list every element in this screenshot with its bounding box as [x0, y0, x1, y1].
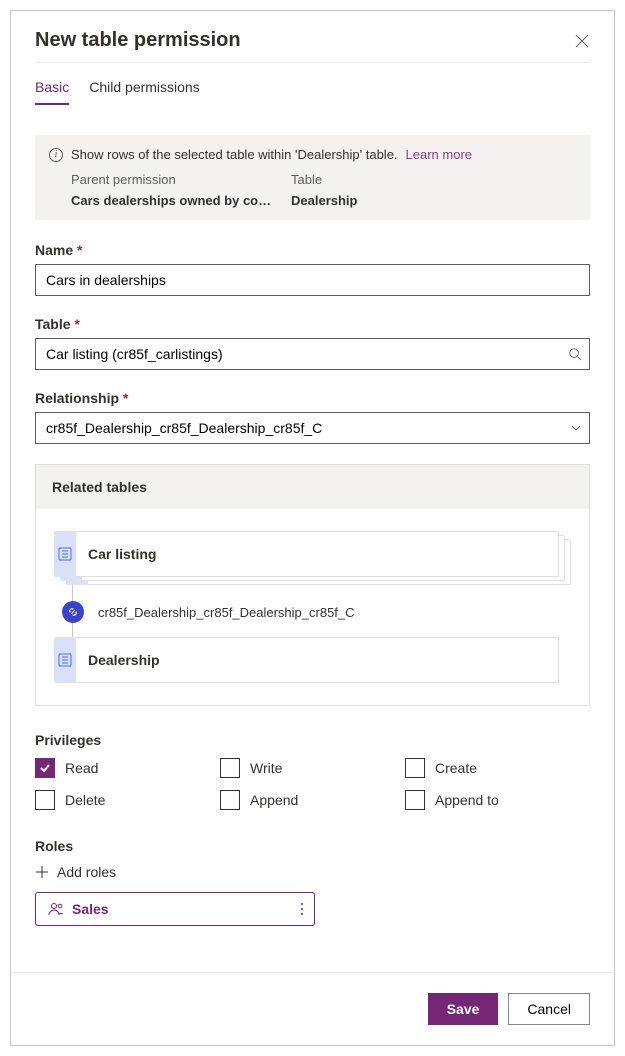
panel-header: New table permission	[11, 11, 614, 62]
field-name: Name *	[35, 242, 590, 296]
checkbox-delete[interactable]: Delete	[35, 790, 220, 810]
parent-permission-value: Cars dealerships owned by compa…	[71, 193, 281, 208]
learn-more-link[interactable]: Learn more	[406, 147, 472, 162]
name-input[interactable]	[35, 264, 590, 296]
required-star: *	[123, 390, 128, 406]
related-card-car-listing: Car listing	[54, 531, 571, 581]
relationship-label-text: Relationship	[35, 390, 119, 406]
checkbox-append[interactable]: Append	[220, 790, 405, 810]
check-icon	[405, 758, 425, 778]
checkbox-label: Write	[250, 760, 282, 776]
related-card-bottom-text: Dealership	[76, 652, 160, 668]
checkbox-read[interactable]: Read	[35, 758, 220, 778]
relationship-link-row: cr85f_Dealership_cr85f_Dealership_cr85f_…	[54, 593, 571, 637]
cancel-button[interactable]: Cancel	[508, 993, 590, 1025]
close-icon	[575, 34, 589, 48]
add-roles-text: Add roles	[57, 864, 116, 880]
related-card-dealership: Dealership	[54, 637, 559, 683]
relationship-label: Relationship *	[35, 390, 590, 406]
roles-label: Roles	[35, 838, 590, 854]
field-relationship: Relationship *	[35, 390, 590, 444]
info-table-label: Table	[291, 172, 576, 187]
checkbox-label: Append	[250, 792, 298, 808]
info-grid: Parent permission Cars dealerships owned…	[49, 172, 576, 208]
checkbox-write[interactable]: Write	[220, 758, 405, 778]
panel: New table permission Basic Child permiss…	[10, 10, 615, 1046]
people-icon	[48, 901, 64, 917]
name-label: Name *	[35, 242, 590, 258]
tab-child-permissions[interactable]: Child permissions	[89, 79, 199, 105]
role-pill-sales[interactable]: Sales	[35, 892, 315, 926]
info-table-value: Dealership	[291, 193, 501, 208]
privileges-grid: Read Write Create Delete Append Append t…	[35, 758, 590, 810]
parent-permission-label: Parent permission	[71, 172, 291, 187]
info-text: Show rows of the selected table within '…	[71, 147, 398, 162]
tab-basic[interactable]: Basic	[35, 79, 69, 105]
check-icon	[220, 790, 240, 810]
plus-icon	[35, 865, 49, 879]
checkbox-label: Read	[65, 760, 98, 776]
check-icon	[220, 758, 240, 778]
table-label: Table *	[35, 316, 590, 332]
relationship-select[interactable]	[35, 412, 590, 444]
privileges-label: Privileges	[35, 732, 590, 748]
check-icon	[35, 758, 55, 778]
related-tables-body: Car listing cr85f_Dealership_cr85f_Deale…	[36, 509, 589, 705]
checkbox-create[interactable]: Create	[405, 758, 590, 778]
check-icon	[35, 790, 55, 810]
checkbox-label: Create	[435, 760, 477, 776]
save-button[interactable]: Save	[428, 993, 499, 1025]
checkbox-label: Append to	[435, 792, 499, 808]
link-icon	[62, 601, 84, 623]
required-star: *	[74, 316, 79, 332]
info-text-row: i Show rows of the selected table within…	[49, 147, 576, 162]
add-roles-button[interactable]: Add roles	[35, 864, 590, 880]
relationship-link-text: cr85f_Dealership_cr85f_Dealership_cr85f_…	[98, 605, 355, 620]
footer: Save Cancel	[11, 972, 614, 1045]
table-label-text: Table	[35, 316, 71, 332]
tabs: Basic Child permissions	[11, 63, 614, 105]
table-icon	[58, 547, 72, 561]
table-icon	[58, 653, 72, 667]
more-icon[interactable]	[300, 902, 304, 916]
close-button[interactable]	[574, 33, 590, 49]
related-tables-header: Related tables	[36, 465, 589, 509]
role-name: Sales	[72, 901, 109, 917]
content: i Show rows of the selected table within…	[11, 105, 614, 942]
table-input[interactable]	[35, 338, 590, 370]
field-table: Table *	[35, 316, 590, 370]
required-star: *	[77, 242, 82, 258]
related-tables-box: Related tables Car listing	[35, 464, 590, 706]
panel-title: New table permission	[35, 29, 241, 52]
checkbox-append-to[interactable]: Append to	[405, 790, 590, 810]
related-card-top-text: Car listing	[76, 546, 156, 562]
checkbox-label: Delete	[65, 792, 105, 808]
name-label-text: Name	[35, 242, 73, 258]
info-icon: i	[49, 148, 63, 162]
info-box: i Show rows of the selected table within…	[35, 135, 590, 220]
check-icon	[405, 790, 425, 810]
